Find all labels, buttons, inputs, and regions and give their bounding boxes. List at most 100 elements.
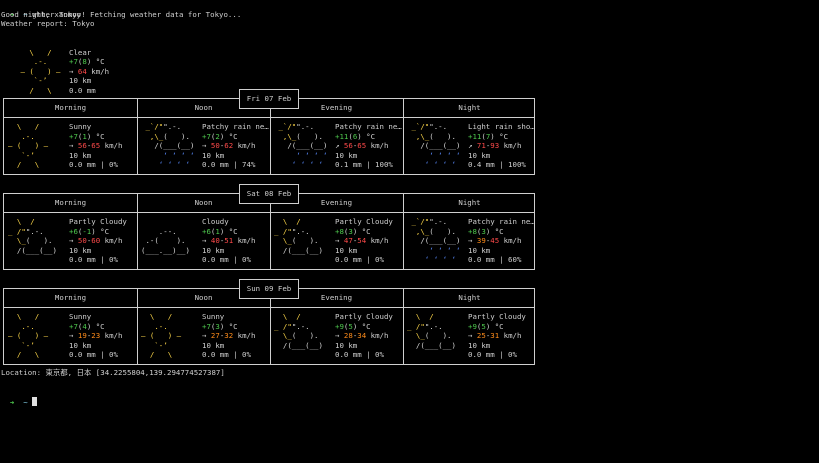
wind-text: → 50-60 km/h	[69, 236, 123, 245]
rain-weather-icon: _`/"".-. ,\_( ). /(___(__) ‘ ‘ ‘ ‘ ‘ ‘ ‘…	[407, 122, 461, 169]
temperature-text: +8(3) °C	[335, 226, 371, 236]
wind-text: → 50-62 km/h	[202, 141, 256, 150]
precipitation-text: 0.0 mm | 0%	[69, 255, 118, 264]
day-forecast-table: Fri 07 Feb Morning Noon Evening Night \ / .-…	[3, 89, 535, 175]
wind-text: ↗ 56-65 km/h	[335, 141, 389, 150]
location-line: Location: 東京都, 日本 [34.2255804,139.294774…	[1, 368, 225, 377]
condition-text: Patchy rain ne…	[468, 217, 535, 226]
sunny-weather-icon: \ / .-. ‒ ( ) ‒ `-’ / \	[8, 312, 49, 359]
visibility-text: 10 km	[335, 340, 358, 350]
partly-weather-icon: \ / _ /"".-. \_( ). /(___(__)	[274, 217, 323, 255]
temperature-text: +11(6) °C	[335, 131, 376, 141]
visibility-text: 10 km	[69, 150, 92, 160]
sunny-weather-icon: \ / .-. ‒ ( ) ‒ `-’ / \	[141, 312, 182, 359]
day-forecast-table: Sat 08 Feb Morning Noon Evening Night \ / _ …	[3, 184, 536, 270]
visibility-text: 10 km	[335, 245, 358, 255]
current-visibility: 10 km	[69, 76, 92, 85]
prompt-line-idle[interactable]: ➜ ~	[1, 387, 38, 407]
wind-text: → 25-31 km/h	[468, 331, 522, 340]
condition-text: Cloudy	[202, 217, 229, 226]
condition-text: Sunny	[69, 312, 92, 321]
precipitation-text: 0.0 mm | 0%	[202, 255, 251, 264]
forecast-cell-noon: \ / .-. ‒ ( ) ‒ `-’ / \ Sunny +7(3) °C → 2…	[137, 308, 270, 365]
current-condition: Clear	[69, 47, 92, 57]
greeting-line: Good night, xanmoy! Fetching weather dat…	[1, 9, 242, 19]
current-wind-arrow: →	[69, 66, 74, 76]
forecast-info: Partly Cloudy +9(5) °C → 25-31 km/h 10 km 0.…	[468, 312, 526, 360]
visibility-text: 10 km	[69, 245, 92, 255]
period-header-night: Night	[458, 293, 481, 302]
wind-text: → 39-45 km/h	[468, 236, 522, 245]
rain-weather-icon: _`/"".-. ,\_( ). /(___(__) ‘ ‘ ‘ ‘ ‘ ‘ ‘…	[274, 122, 328, 169]
forecast-info: Cloudy +6(1) °C → 40-51 km/h 10 km 0.0 mm | …	[202, 217, 255, 265]
forecast-cell-evening: \ / _ /"".-. \_( ). /(___(__) Partly Clo…	[270, 308, 403, 365]
period-header-night: Night	[458, 103, 481, 112]
temperature-text: +7(4) °C	[69, 321, 105, 331]
day-label: Fri 07 Feb	[239, 89, 299, 109]
forecast-info: Partly Cloudy +8(3) °C → 47-54 km/h 10 km 0.…	[335, 217, 393, 265]
partly-weather-icon: \ / _ /"".-. \_( ). /(___(__)	[274, 312, 323, 350]
period-header-morning: Morning	[54, 198, 87, 207]
current-info: Clear +7(8) °C → 64 km/h 10 km 0.0 mm	[69, 47, 110, 95]
precipitation-text: 0.0 mm | 74%	[202, 160, 256, 169]
forecast-cell-morning: \ / .-. ‒ ( ) ‒ `-’ / \ Sunny +7(1) °C → 5…	[4, 118, 137, 175]
visibility-text: 10 km	[202, 150, 225, 160]
cloudy-weather-icon: .--. .-( ). (___.__)__)	[141, 226, 190, 255]
period-header-night: Night	[458, 198, 481, 207]
visibility-text: 10 km	[468, 150, 491, 160]
day-forecast-table: Sun 09 Feb Morning Noon Evening Night \ / .-…	[3, 279, 536, 365]
forecast-cell-morning: \ / _ /"".-. \_( ). /(___(__) Partly Clo…	[4, 213, 137, 270]
rain-weather-icon: _`/"".-. ,\_( ). /(___(__) ‘ ‘ ‘ ‘ ‘ ‘ ‘…	[141, 122, 195, 169]
sunny-weather-icon: \ / .-. ‒ ( ) ‒ `-’ / \	[8, 122, 49, 169]
precipitation-text: 0.0 mm | 0%	[335, 350, 384, 359]
forecast-info: Patchy rain ne… +8(3) °C → 39-45 km/h 10 km…	[468, 217, 535, 265]
wind-text: → 27-32 km/h	[202, 331, 256, 340]
wind-text: ↗ 71-93 km/h	[468, 141, 522, 150]
rain-weather-icon: _`/"".-. ,\_( ). /(___(__) ‘ ‘ ‘ ‘ ‘ ‘ ‘…	[407, 217, 461, 264]
forecast-info: Patchy rain ne… +11(6) °C ↗ 56-65 km/h 10 k…	[335, 122, 402, 170]
forecast-cell-night: _`/"".-. ,\_( ). /(___(__) ‘ ‘ ‘ ‘ ‘ ‘ ‘…	[403, 213, 536, 270]
forecast-info: Light rain sho… +11(7) °C ↗ 71-93 km/h 10 k…	[468, 122, 535, 170]
condition-text: Light rain sho…	[468, 122, 535, 131]
condition-text: Partly Cloudy	[69, 217, 127, 226]
forecast-cell-morning: \ / .-. ‒ ( ) ‒ `-’ / \ Sunny +7(4) °C → 1…	[4, 308, 137, 365]
current-temp-unit: °C	[95, 57, 105, 66]
temperature-text: +7(2) °C	[202, 131, 238, 141]
wind-text: → 19-23 km/h	[69, 331, 123, 340]
temperature-text: +6(-1) °C	[69, 226, 110, 236]
current-temp: +7	[69, 57, 78, 66]
partly-weather-icon: \ / _ /"".-. \_( ). /(___(__)	[8, 217, 57, 255]
condition-text: Patchy rain ne…	[202, 122, 269, 131]
forecast-cell-night: \ / _ /"".-. \_( ). /(___(__) Partly Clo…	[403, 308, 536, 365]
day-label: Sun 09 Feb	[239, 279, 299, 299]
condition-text: Sunny	[69, 122, 92, 131]
day-label: Sat 08 Feb	[239, 184, 299, 204]
wind-text: → 47-54 km/h	[335, 236, 389, 245]
visibility-text: 10 km	[468, 340, 491, 350]
current-feels: 8	[82, 57, 87, 66]
forecast-cell-evening: \ / _ /"".-. \_( ). /(___(__) Partly Clo…	[270, 213, 403, 270]
text-cursor	[32, 396, 38, 406]
forecast-info: Patchy rain ne… +7(2) °C → 50-62 km/h 10 km…	[202, 122, 269, 170]
precipitation-text: 0.0 mm | 0%	[69, 350, 118, 359]
precipitation-text: 0.4 mm | 100%	[468, 160, 526, 169]
forecast-cell-evening: _`/"".-. ,\_( ). /(___(__) ‘ ‘ ‘ ‘ ‘ ‘ ‘…	[270, 118, 403, 175]
precipitation-text: 0.0 mm | 60%	[468, 255, 522, 264]
forecast-cell-noon: _`/"".-. ,\_( ). /(___(__) ‘ ‘ ‘ ‘ ‘ ‘ ‘…	[137, 118, 270, 175]
forecast-info: Partly Cloudy +6(-1) °C → 50-60 km/h 10 km 0…	[69, 217, 127, 265]
temperature-text: +9(5) °C	[468, 321, 504, 331]
precipitation-text: 0.0 mm | 0%	[202, 350, 251, 359]
visibility-text: 10 km	[69, 340, 92, 350]
visibility-text: 10 km	[468, 245, 491, 255]
condition-text: Patchy rain ne…	[335, 122, 402, 131]
precipitation-text: 0.0 mm | 0%	[468, 350, 517, 359]
forecast-info: Sunny +7(1) °C → 56-65 km/h 10 km 0.0 mm | 0…	[69, 122, 122, 170]
prompt-tilde-idle: ~	[23, 397, 28, 407]
period-header-morning: Morning	[54, 293, 87, 302]
condition-text: Partly Cloudy	[335, 312, 393, 321]
forecast-info: Sunny +7(3) °C → 27-32 km/h 10 km 0.0 mm | 0…	[202, 312, 255, 360]
visibility-text: 10 km	[202, 245, 225, 255]
report-title: Weather report: Tokyo	[1, 19, 95, 28]
wind-text: → 28-34 km/h	[335, 331, 389, 340]
period-header-morning: Morning	[54, 103, 87, 112]
